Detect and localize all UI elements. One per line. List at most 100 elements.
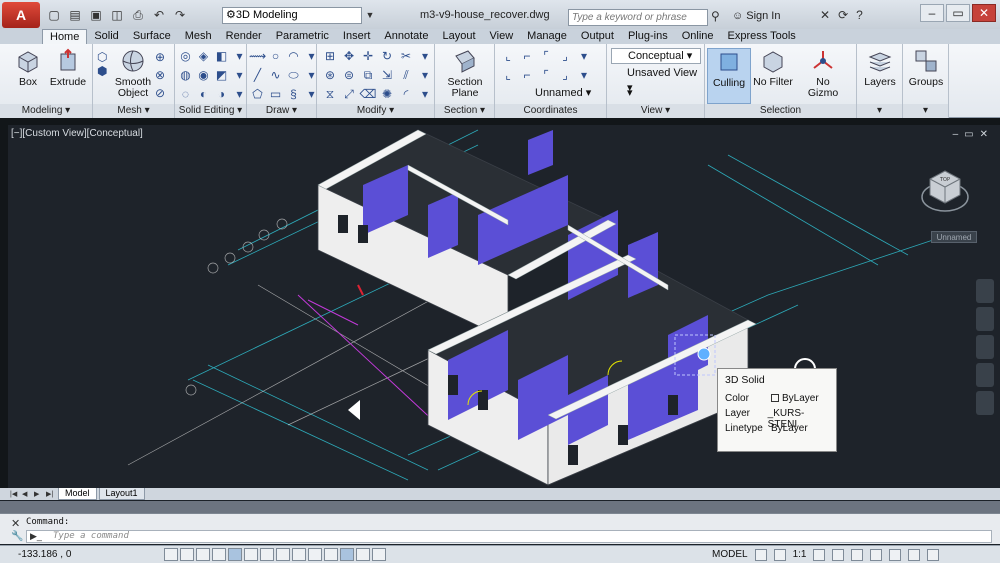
slice-icon[interactable]: ◈	[195, 48, 212, 66]
tab-online[interactable]: Online	[675, 29, 721, 44]
transparency-icon[interactable]	[324, 548, 338, 561]
tab-parametric[interactable]: Parametric	[269, 29, 336, 44]
rectangle-icon[interactable]: ▭	[267, 86, 284, 104]
grid-display-icon[interactable]	[180, 548, 194, 561]
interfere-icon[interactable]: ◉	[195, 67, 212, 85]
lineweight-icon[interactable]	[308, 548, 322, 561]
next-tab-icon[interactable]: ▶	[34, 490, 44, 498]
groups-button[interactable]: Groups	[904, 48, 948, 88]
minimize-button[interactable]: –	[920, 4, 944, 22]
explode-icon[interactable]: ✺	[378, 86, 396, 104]
model-space-toggle[interactable]: MODEL	[712, 546, 748, 563]
more-icon[interactable]: ▾	[231, 86, 248, 104]
panel-label-coordinates[interactable]: Coordinates	[495, 104, 606, 118]
open-folder-icon[interactable]: ▤	[67, 7, 83, 23]
box-button[interactable]: Box	[6, 48, 50, 88]
more-icon[interactable]: ▾	[231, 67, 248, 85]
panel-label-modeling[interactable]: Modeling ▾	[0, 104, 92, 118]
selection-cycling-icon[interactable]	[356, 548, 370, 561]
align-icon[interactable]: ⊜	[340, 67, 358, 85]
tab-home[interactable]: Home	[42, 29, 88, 44]
isolate-objects-icon[interactable]	[889, 548, 902, 561]
stretch-icon[interactable]: ⇲	[378, 67, 396, 85]
erase-icon[interactable]: ⌫	[359, 86, 377, 104]
undo-icon[interactable]: ↶	[151, 7, 167, 23]
copy-icon[interactable]: ⧉	[359, 67, 377, 85]
ucs-origin-icon[interactable]: ⌜	[537, 48, 555, 66]
extract-icon[interactable]: ◩	[213, 67, 230, 85]
hardware-acceleration-icon[interactable]	[908, 548, 921, 561]
tab-express-tools[interactable]: Express Tools	[721, 29, 803, 44]
tab-solid[interactable]: Solid	[87, 29, 125, 44]
viewport-window-controls[interactable]: ‒▭✕	[953, 129, 994, 140]
quick-view-drawings-icon[interactable]	[773, 548, 786, 561]
polygon-icon[interactable]: ⬠	[249, 86, 266, 104]
drawing-viewport[interactable]: [−][Custom View][Conceptual] ‒▭✕ TOP Unn…	[8, 125, 1000, 488]
section-plane-button[interactable]: Section Plane	[443, 48, 487, 99]
smooth-object-button[interactable]: Smooth Object	[111, 48, 155, 99]
polyline-icon[interactable]: ⟿	[249, 48, 266, 66]
ucs-z-icon[interactable]: ⌟	[556, 67, 574, 85]
helix-icon[interactable]: §	[285, 86, 302, 104]
showmotion-icon[interactable]	[976, 391, 994, 415]
workspace-select[interactable]: ⚙3D Modeling	[222, 7, 362, 24]
shell-icon[interactable]: ◐	[195, 86, 212, 104]
ucs-icon[interactable]: ⌞	[499, 48, 517, 66]
ucs-3point-icon[interactable]: ⌟	[556, 48, 574, 66]
chevron-down-icon[interactable]: ▼	[364, 7, 376, 24]
tab-view[interactable]: View	[483, 29, 521, 44]
exchange-icon[interactable]: ✕	[820, 8, 830, 22]
sync-icon[interactable]: ⟳	[838, 8, 848, 22]
object-snap-tracking-icon[interactable]	[260, 548, 274, 561]
visual-style-select[interactable]: Conceptual ▾	[611, 48, 701, 64]
mesh-small-tools[interactable]: ⬡ ⬢	[97, 50, 107, 78]
snap-mode-icon[interactable]	[164, 548, 178, 561]
tab-mesh[interactable]: Mesh	[178, 29, 219, 44]
close-button[interactable]: ✕	[972, 4, 996, 22]
steering-wheel-icon[interactable]	[976, 279, 994, 303]
annotation-visibility-icon[interactable]	[813, 548, 826, 561]
more-icon[interactable]: ▾	[416, 86, 434, 104]
more-icon[interactable]: ▾	[575, 48, 593, 66]
3d-object-snap-icon[interactable]	[244, 548, 258, 561]
pan-icon[interactable]	[976, 307, 994, 331]
panel-label-section[interactable]: Section ▾	[435, 104, 494, 118]
ortho-mode-icon[interactable]	[196, 548, 210, 561]
dynamic-input-icon[interactable]	[292, 548, 306, 561]
panel-label-modify[interactable]: Modify ▾	[317, 104, 434, 118]
intersect-icon[interactable]: ◌	[177, 86, 194, 104]
panel-label-view[interactable]: View ▾	[607, 104, 704, 118]
plot-icon[interactable]: ⎙	[130, 7, 146, 23]
arc-icon[interactable]: ◠	[285, 48, 302, 66]
tab-model[interactable]: Model	[58, 488, 97, 500]
prev-tab-icon[interactable]: ◀	[22, 490, 32, 498]
3d-move-icon[interactable]: ✥	[340, 48, 358, 66]
panel-label-selection[interactable]: Selection	[705, 104, 856, 118]
new-file-icon[interactable]: ▢	[46, 7, 62, 23]
application-menu-button[interactable]: A	[2, 2, 40, 28]
tab-render[interactable]: Render	[219, 29, 269, 44]
more-icon[interactable]: ▾	[231, 48, 248, 66]
maximize-button[interactable]: ▭	[946, 4, 970, 22]
tab-insert[interactable]: Insert	[336, 29, 378, 44]
ucs-view-icon[interactable]: ⌞	[499, 67, 517, 85]
layers-button[interactable]: Layers	[858, 48, 902, 88]
save-icon[interactable]: ▣	[88, 7, 104, 23]
ucs-named-select[interactable]: Unnamed ▾	[519, 86, 603, 102]
search-input[interactable]: Type a keyword or phrase	[568, 9, 708, 26]
viewcube[interactable]: TOP	[920, 165, 970, 221]
fillet-edge-icon[interactable]: ◜	[397, 86, 415, 104]
annotation-scale-value[interactable]: 1:1	[793, 546, 807, 563]
last-tab-icon[interactable]: ▶|	[46, 490, 56, 498]
trim-icon[interactable]: ✂	[397, 48, 415, 66]
more-icon[interactable]: ▾	[575, 67, 593, 85]
viewport-label[interactable]: [−][Custom View][Conceptual]	[11, 128, 143, 139]
ucs-world-icon[interactable]: ⌐	[518, 48, 536, 66]
tab-annotate[interactable]: Annotate	[377, 29, 435, 44]
help-icon[interactable]: ?	[856, 8, 863, 22]
wrench-icon[interactable]: 🔧	[11, 531, 23, 542]
tab-output[interactable]: Output	[574, 29, 621, 44]
panel-label-groups[interactable]: ▾	[903, 104, 948, 118]
circle-icon[interactable]: ○	[267, 48, 284, 66]
ucs-unnamed-button[interactable]: Unnamed	[931, 231, 977, 243]
